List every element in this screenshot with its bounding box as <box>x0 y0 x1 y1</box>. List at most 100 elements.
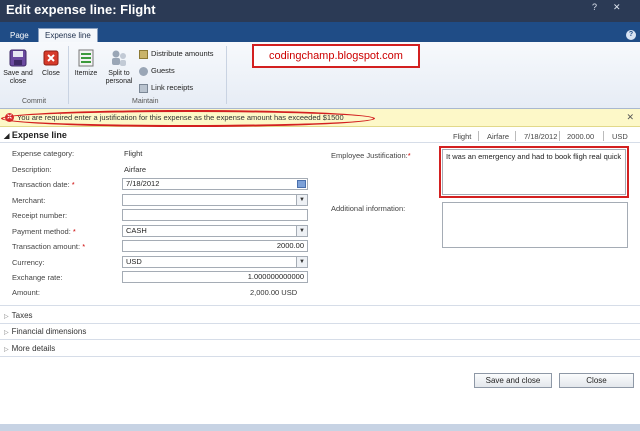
amount-value: 2,000.00 USD <box>250 288 298 297</box>
required-mark: * <box>71 180 75 189</box>
ribbon-tabs: Page Expense line ? <box>0 22 640 42</box>
distribute-label: Distribute amounts <box>151 49 214 58</box>
collapse-triangle-icon: ◢ <box>4 133 10 140</box>
taxes-section-header[interactable]: ▷ Taxes <box>4 311 33 320</box>
transaction-date-label: Transaction date: * <box>12 180 75 189</box>
chevron-down-icon[interactable]: ▼ <box>296 195 307 205</box>
commit-group-label: Commit <box>22 98 47 105</box>
split-to-personal-button[interactable]: Split to personal <box>102 48 136 86</box>
itemize-icon <box>78 49 94 67</box>
save-and-close-button[interactable]: Save and close <box>474 373 552 388</box>
window-title: Edit expense line: Flight <box>6 2 156 17</box>
currency-dropdown[interactable]: USD ▼ <box>122 256 308 268</box>
guests-button[interactable]: Guests <box>139 66 175 76</box>
ribbon-help-icon[interactable]: ? <box>626 30 636 40</box>
additional-information-label: Additional information: <box>331 204 406 213</box>
payment-method-value: CASH <box>126 226 147 235</box>
exchange-rate-label: Exchange rate: <box>12 273 63 282</box>
calendar-icon[interactable] <box>297 180 306 188</box>
ribbon-separator <box>68 46 69 104</box>
chevron-down-icon[interactable]: ▼ <box>296 226 307 236</box>
close-window-icon[interactable]: ✕ <box>613 2 621 13</box>
warning-close-icon[interactable]: ✕ <box>626 112 634 123</box>
section-title: Expense line <box>11 130 67 140</box>
split-label-2: personal <box>105 78 133 85</box>
receipt-number-input[interactable] <box>122 209 308 221</box>
section-divider <box>0 142 640 143</box>
additional-information-textarea[interactable] <box>442 202 628 248</box>
ribbon-separator <box>226 46 227 104</box>
description-value: Airfare <box>124 165 147 174</box>
summary-description: Airfare <box>487 132 510 141</box>
financial-dimensions-label: Financial dimensions <box>11 327 87 336</box>
save-and-close-label-1: Save and <box>3 70 33 77</box>
distribute-icon <box>139 49 148 59</box>
itemize-label: Itemize <box>74 70 98 77</box>
summary-separator <box>603 131 604 141</box>
financial-dimensions-section-header[interactable]: ▷ Financial dimensions <box>4 327 86 336</box>
expand-triangle-icon: ▷ <box>4 330 9 336</box>
transaction-date-value: 7/18/2012 <box>126 179 160 188</box>
guests-icon <box>139 66 148 76</box>
link-receipts-button[interactable]: Link receipts <box>139 83 193 93</box>
distribute-amounts-button[interactable]: Distribute amounts <box>139 49 214 59</box>
title-bar: Edit expense line: Flight ? ✕ <box>0 0 640 22</box>
required-mark: * <box>407 151 411 160</box>
merchant-dropdown[interactable]: ▼ <box>122 194 308 206</box>
summary-currency: USD <box>612 132 628 141</box>
warning-highlight-oval <box>1 110 375 127</box>
transaction-amount-input[interactable]: 2000.00 <box>122 240 308 252</box>
guests-label: Guests <box>151 66 175 75</box>
itemize-button[interactable]: Itemize <box>70 48 102 78</box>
transaction-amount-label: Transaction amount: * <box>12 242 86 251</box>
employee-justification-label: Employee Justification:* <box>331 151 411 160</box>
help-icon[interactable]: ? <box>592 2 597 12</box>
summary-separator <box>478 131 479 141</box>
save-and-close-label-2: close <box>9 78 27 85</box>
summary-separator <box>515 131 516 141</box>
payment-method-label: Payment method: * <box>12 227 76 236</box>
expense-category-label: Expense category: <box>12 149 75 158</box>
split-icon <box>112 50 126 66</box>
currency-value: USD <box>126 257 142 266</box>
more-details-section-header[interactable]: ▷ More details <box>4 344 55 353</box>
maintain-group-label: Maintain <box>132 98 159 105</box>
merchant-label: Merchant: <box>12 196 46 205</box>
expand-triangle-icon: ▷ <box>4 347 9 353</box>
required-mark: * <box>82 242 86 251</box>
expense-category-value: Flight <box>124 149 143 158</box>
split-label-1: Split to <box>108 70 130 77</box>
close-ribbon-label: Close <box>42 70 60 77</box>
section-divider <box>0 305 640 306</box>
section-divider <box>0 356 640 357</box>
watermark-overlay: codingchamp.blogspot.com <box>252 44 420 68</box>
expand-triangle-icon: ▷ <box>4 314 9 320</box>
summary-separator <box>559 131 560 141</box>
summary-category: Flight <box>453 132 472 141</box>
exchange-rate-value: 1.000000000000 <box>247 272 304 281</box>
more-details-label: More details <box>11 344 56 353</box>
close-ribbon-button[interactable]: Close <box>38 48 64 78</box>
save-and-close-ribbon-button[interactable]: Save and close <box>2 48 34 86</box>
taxes-label: Taxes <box>11 311 33 320</box>
section-divider <box>0 323 640 324</box>
transaction-amount-value: 2000.00 <box>276 241 304 250</box>
expense-line-section-header[interactable]: ◢ Expense line <box>4 130 67 140</box>
justification-highlight-box <box>439 146 629 198</box>
tab-page[interactable]: Page <box>4 29 35 42</box>
section-divider <box>0 339 640 340</box>
exchange-rate-input[interactable]: 1.000000000000 <box>122 271 308 283</box>
amount-label: Amount: <box>12 288 40 297</box>
summary-amount: 2000.00 <box>567 132 595 141</box>
chevron-down-icon[interactable]: ▼ <box>296 257 307 267</box>
description-label: Description: <box>12 165 52 174</box>
summary-date: 7/18/2012 <box>524 132 558 141</box>
payment-method-dropdown[interactable]: CASH ▼ <box>122 225 308 237</box>
close-button[interactable]: Close <box>559 373 634 388</box>
close-icon <box>43 50 59 66</box>
link-icon <box>139 83 148 93</box>
status-bar <box>0 424 640 431</box>
tab-expense-line[interactable]: Expense line <box>38 28 98 42</box>
receipt-number-label: Receipt number: <box>12 211 68 220</box>
transaction-date-input[interactable]: 7/18/2012 <box>122 178 308 190</box>
